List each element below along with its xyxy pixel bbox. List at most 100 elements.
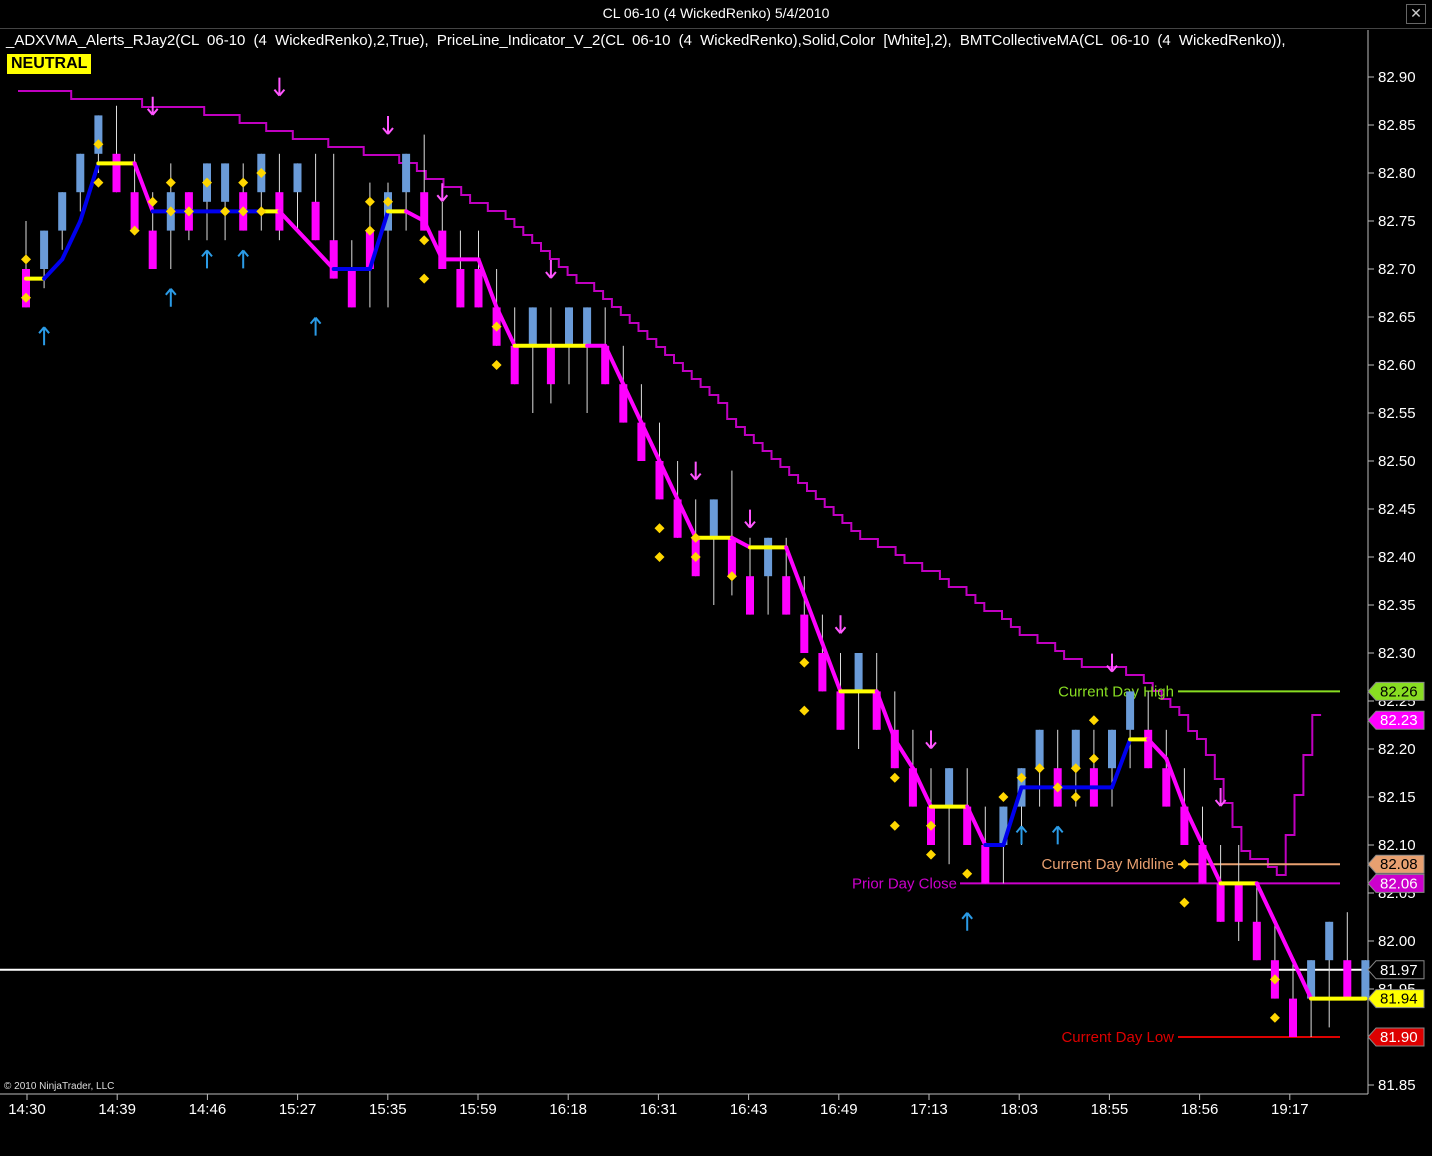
candle-body [347, 269, 356, 308]
level-label: Current Day Midline [1041, 856, 1174, 873]
candle-body [1216, 883, 1225, 922]
level-price-tag-label: 81.90 [1380, 1029, 1418, 1046]
signal-dot [654, 523, 665, 534]
candle-body [456, 269, 465, 308]
x-tick-label: 16:31 [640, 1101, 678, 1118]
candle-body [112, 153, 121, 193]
signal-dot [799, 657, 810, 668]
arrow-down-icon [834, 615, 847, 634]
signal-dot [1269, 1012, 1280, 1023]
candle-body [1144, 729, 1153, 769]
candle-body [782, 576, 791, 615]
arrow-down-icon [689, 461, 702, 481]
arrow-down-icon [545, 260, 557, 279]
y-tick-label: 82.80 [1378, 165, 1416, 182]
arrow-up-icon [165, 288, 177, 307]
candle-body [510, 345, 519, 385]
candle-body [311, 201, 320, 241]
signal-dot [1179, 897, 1190, 908]
candle-body [818, 653, 827, 692]
x-tick-label: 14:46 [189, 1101, 227, 1118]
indicator-list: _ADXVMA_Alerts_RJay2(CL 06-10 (4 WickedR… [6, 32, 1286, 49]
signal-dot [962, 868, 973, 879]
x-tick-label: 16:49 [820, 1101, 858, 1118]
y-tick-label: 82.85 [1378, 117, 1416, 134]
y-tick-label: 82.55 [1378, 405, 1416, 422]
arrow-up-icon [961, 912, 973, 931]
candle-body [1289, 998, 1297, 1037]
y-tick-label: 82.15 [1378, 789, 1416, 806]
y-tick-label: 81.85 [1378, 1077, 1416, 1094]
candle-body [709, 499, 718, 538]
y-tick-label: 82.75 [1378, 213, 1416, 230]
arrow-down-icon [1106, 653, 1118, 673]
level-label: Prior Day Close [852, 875, 957, 892]
candle-body [1361, 960, 1370, 999]
candle-body [1108, 729, 1116, 769]
adxvma-segment [1272, 919, 1295, 963]
x-tick-label: 14:39 [98, 1101, 136, 1118]
signal-dot [998, 792, 1009, 802]
adxvma-segment [1254, 881, 1277, 924]
signal-dot [491, 360, 502, 370]
candle-body [836, 691, 845, 730]
x-tick-label: 15:27 [279, 1101, 317, 1118]
y-tick-label: 82.60 [1378, 357, 1416, 374]
level-price-tag-label: 82.06 [1380, 875, 1418, 892]
priceline-tag-label: 81.97 [1380, 962, 1418, 979]
y-tick-label: 82.65 [1378, 309, 1416, 326]
candle-body [1325, 921, 1334, 961]
x-tick-label: 18:56 [1181, 1101, 1219, 1118]
level-label: Current Day High [1058, 683, 1174, 700]
candle-body [546, 345, 555, 385]
candle-body [565, 307, 573, 346]
signal-dot [1179, 859, 1190, 870]
arrow-up-icon [201, 249, 213, 269]
x-tick-label: 15:35 [369, 1101, 407, 1118]
candle-body [1126, 691, 1135, 730]
copyright-text: © 2010 NinjaTrader, LLC [4, 1081, 115, 1092]
signal-dot [654, 552, 665, 562]
signal-dot [256, 206, 267, 217]
candle-body [583, 307, 592, 346]
candle-body [746, 576, 754, 615]
arrow-down-icon [146, 96, 159, 116]
last-price-tag-label: 81.94 [1380, 991, 1418, 1008]
ma-price-tag-label: 82.23 [1380, 712, 1418, 729]
arrow-down-icon [744, 509, 756, 529]
candle-body [1234, 883, 1243, 922]
candle-body [945, 768, 954, 807]
arrow-down-icon [925, 730, 937, 750]
candle-body [58, 192, 67, 231]
signal-dot [419, 235, 430, 246]
candle-body [1035, 729, 1044, 769]
signal-dot [1070, 792, 1081, 802]
candle-body [474, 269, 483, 308]
y-tick-label: 82.30 [1378, 645, 1416, 662]
arrow-up-icon [309, 316, 322, 336]
signal-dot [220, 206, 231, 217]
signal-dot [165, 177, 176, 188]
candle-body [727, 537, 736, 577]
y-tick-label: 82.90 [1378, 69, 1416, 86]
signal-dot [238, 177, 249, 188]
signal-dot [21, 254, 31, 265]
x-tick-label: 19:17 [1271, 1101, 1309, 1118]
signal-dot [1088, 753, 1099, 764]
y-tick-label: 82.40 [1378, 549, 1416, 566]
signal-dot [799, 705, 810, 716]
candle-body [528, 307, 537, 346]
candle-body [764, 537, 773, 577]
price-chart[interactable]: 82.90 82.85 82.80 82.75 82.70 82.65 82.60 82.55… [0, 0, 1432, 1156]
candle-body [148, 230, 157, 269]
candle-body [981, 845, 990, 884]
arrow-down-icon [382, 116, 394, 135]
adxvma-segment [277, 209, 336, 271]
candle-body [76, 153, 85, 193]
arrow-down-icon [436, 183, 449, 202]
y-tick-label: 82.20 [1378, 741, 1416, 758]
status-badge: NEUTRAL [7, 54, 92, 74]
candle-body [40, 230, 49, 269]
signal-dot [889, 820, 900, 831]
x-tick-label: 17:13 [910, 1101, 948, 1118]
